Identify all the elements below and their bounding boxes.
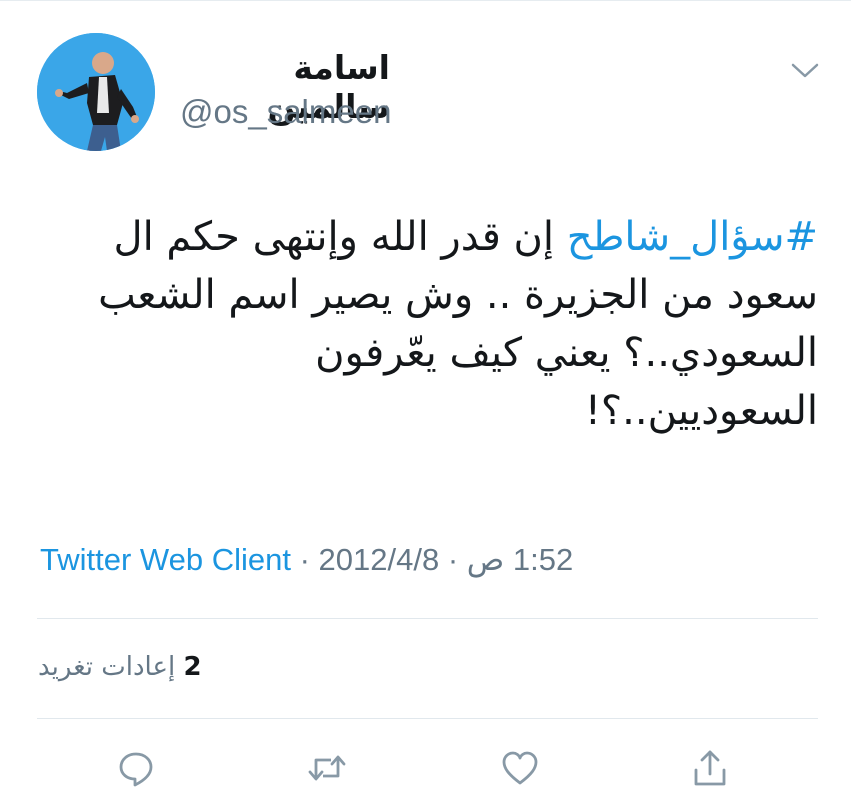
chevron-down-icon[interactable] (790, 60, 820, 80)
divider (37, 618, 818, 619)
reply-icon[interactable] (116, 748, 156, 788)
tweet-meta: Twitter Web Client · 2012/4/8 · 1:52 ص (40, 542, 573, 578)
tweet-text: #سؤال_شاطح إن قدر الله وإنتهى حكم ال سعو… (40, 208, 818, 440)
top-divider (0, 0, 851, 1)
avatar[interactable] (37, 33, 155, 151)
retweet-count-label: إعادات تغريد (38, 652, 176, 682)
like-icon[interactable] (500, 748, 540, 788)
retweet-icon[interactable] (307, 748, 347, 788)
tweet-line: السعودي..؟ يعني كيف يعّرفون (315, 330, 818, 376)
source-link[interactable]: Twitter Web Client (40, 542, 291, 577)
hashtag-link[interactable]: #سؤال_شاطح (567, 214, 818, 260)
tweet-line: السعوديين..؟! (584, 388, 818, 434)
retweet-count[interactable]: 2 إعادات تغريد (38, 652, 202, 682)
retweet-count-number: 2 (183, 652, 202, 682)
tweet-time[interactable]: 1:52 ص (467, 542, 573, 577)
user-handle[interactable]: @os_salmeen (180, 93, 391, 131)
tweet-date[interactable]: 2012/4/8 (319, 542, 440, 577)
avatar-photo (37, 33, 155, 151)
meta-separator: · (447, 542, 459, 577)
tweet-line: #سؤال_شاطح إن قدر الله وإنتهى حكم ال (40, 208, 818, 266)
meta-separator: · (299, 542, 310, 577)
share-icon[interactable] (690, 748, 730, 788)
divider (37, 718, 818, 719)
tweet-line: سعود من الجزيرة .. وش يصير اسم الشعب (98, 272, 818, 318)
tweet-line-text: إن قدر الله وإنتهى حكم ال (113, 214, 567, 260)
